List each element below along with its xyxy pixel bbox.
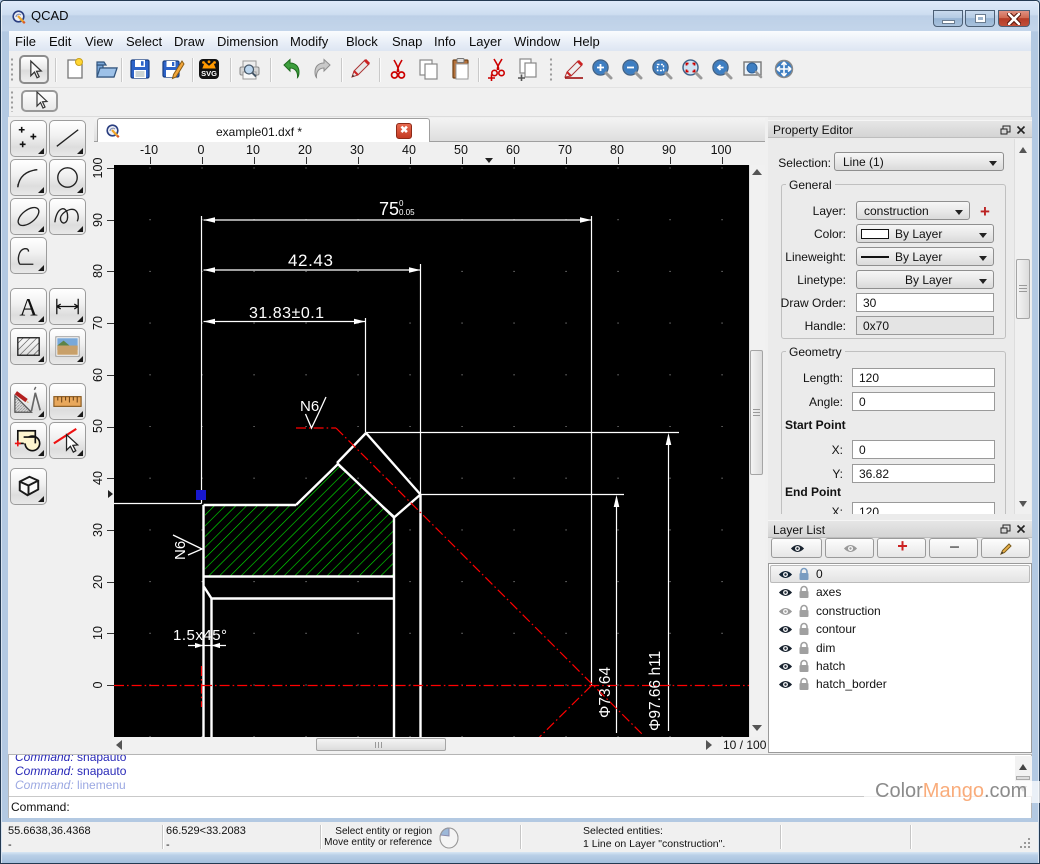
svg-text:N6: N6	[300, 398, 319, 415]
svg-text:42.43: 42.43	[288, 251, 334, 270]
svg-text:31.83±0.1: 31.83±0.1	[249, 305, 325, 322]
svg-text:SVG: SVG	[201, 69, 217, 78]
svg-text:N6: N6	[172, 541, 189, 560]
svg-text:Φ97.66 h11: Φ97.66 h11	[647, 651, 664, 731]
svg-text:A: A	[19, 293, 38, 321]
svg-text:1.5x45°: 1.5x45°	[173, 627, 228, 644]
svg-text:0: 0	[399, 199, 404, 208]
svg-text:75: 75	[379, 199, 399, 219]
svg-text:0.05: 0.05	[399, 208, 415, 217]
svg-text:Φ73.64: Φ73.64	[597, 666, 614, 718]
